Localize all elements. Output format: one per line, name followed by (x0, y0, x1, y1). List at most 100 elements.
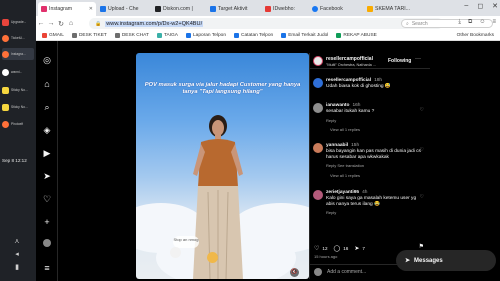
bookmark-rekap-abuse[interactable]: REKAP ABUSE (336, 33, 377, 38)
tab-facebook[interactable]: Facebook (309, 2, 363, 16)
tab-label: Target Aktivit (218, 6, 248, 12)
sticky-notes-icon (2, 86, 9, 94)
username-text[interactable]: ianawanto (326, 103, 349, 108)
bookmark-label: REKAP ABUSE (343, 33, 377, 38)
menu-icon[interactable]: ≡ (492, 19, 496, 26)
mute-icon[interactable]: 🔇 (290, 268, 299, 277)
home-icon[interactable]: ⌂ (66, 20, 76, 27)
comment-input[interactable]: Add a comment... (327, 269, 366, 275)
close-icon[interactable]: ✕ (89, 6, 93, 12)
close-window-icon[interactable]: ✕ (492, 2, 498, 10)
network-icon[interactable]: ⋏ (13, 238, 21, 246)
share-icon[interactable]: ➤ (354, 245, 359, 252)
bookmark-taiga[interactable]: TAIGA (156, 33, 178, 38)
taskbar-item-upgrade[interactable]: Upgrade... (2, 16, 34, 28)
back-icon[interactable]: ← (36, 20, 46, 27)
firefox-icon (2, 34, 9, 42)
author-username[interactable]: resellercampofficial (326, 56, 373, 62)
like-comment-icon[interactable]: ♡ (420, 147, 424, 153)
reload-icon[interactable]: ↻ (56, 20, 66, 28)
view-replies-button[interactable]: View all 1 replies (330, 173, 360, 178)
download-icon[interactable]: ⤓ (458, 19, 461, 26)
bookmark-label: Email Terkait Judol (288, 33, 329, 38)
bookmark-desk-tiket[interactable]: DESK TIKET (71, 33, 107, 38)
username-text[interactable]: zerietjayanti95 (326, 190, 359, 195)
home-icon[interactable]: ⌂ (42, 79, 52, 89)
upload-icon (100, 6, 106, 12)
messenger-icon[interactable]: ➤ (42, 171, 52, 181)
like-comment-icon[interactable]: ♡ (420, 194, 424, 200)
lock-icon[interactable]: 🔒 (95, 21, 101, 27)
maximize-icon[interactable]: ◻ (477, 2, 483, 10)
bookmark-laporan-telpon[interactable]: Laporan Telpon (186, 33, 226, 38)
bookmark-icon[interactable]: ⚑ (419, 243, 424, 250)
bookmark-email-judol[interactable]: Email Terkait Judol (281, 33, 328, 38)
like-icon[interactable]: ♡ (314, 245, 319, 252)
tab-instagram[interactable]: Instagram ✕ (38, 2, 96, 16)
tab-bar: Instagram ✕ Upload - Che Diskon.com | Ta… (36, 0, 500, 16)
tab-skema[interactable]: SKEMA TARI... (364, 2, 420, 16)
battery-icon[interactable]: ▮ (13, 264, 21, 272)
profile-avatar[interactable] (43, 239, 51, 247)
following-button[interactable]: Following (388, 58, 411, 64)
commenter-username[interactable]: zerietjayanti95 4h (326, 190, 367, 195)
folder-icon (114, 33, 120, 38)
commenter-avatar[interactable] (313, 190, 323, 200)
create-icon[interactable]: + (42, 217, 52, 227)
minimize-icon[interactable]: – (464, 2, 468, 10)
search-icon[interactable]: ⌕ (42, 102, 52, 112)
commenter-username[interactable]: ianawanto 16h (326, 103, 360, 108)
bookmark-catatan-telpon[interactable]: Catatan Telpon (234, 33, 273, 38)
bookmark-gmail[interactable]: GMAIL (42, 33, 64, 38)
tab-upload[interactable]: Upload - Che (97, 2, 151, 16)
taskbar-item-instagram[interactable]: Instagra... (2, 48, 34, 60)
post-timestamp: 15 hours ago (314, 254, 338, 259)
more-menu-icon[interactable]: ≡ (42, 263, 52, 273)
taskbar-item-ticket[interactable]: TicketU... (2, 32, 34, 44)
volume-icon[interactable]: ◂ (13, 251, 21, 259)
reply-button[interactable]: Reply (326, 210, 336, 215)
tab-idwebhost[interactable]: IDwebho: (262, 2, 308, 16)
instagram-logo-icon[interactable]: ◎ (42, 55, 52, 65)
reply-button[interactable]: Reply (326, 118, 336, 123)
taskbar-item-sticky-2[interactable]: Sticky No... (2, 101, 34, 113)
taskbar-item-photoelf[interactable]: Photoelf (2, 118, 34, 130)
firefox-icon (2, 120, 9, 128)
account-icon[interactable]: ☺ (479, 19, 485, 26)
explore-icon[interactable]: ◈ (42, 125, 52, 135)
taskbar-item-sticky-1[interactable]: Sticky No... (2, 84, 34, 96)
username-text[interactable]: resellercampofficial (326, 78, 371, 83)
share-count: 7 (362, 245, 365, 251)
view-replies-button[interactable]: View all 1 replies (330, 127, 360, 132)
gmail-icon (42, 33, 47, 38)
extensions-icon[interactable]: ⧉ (468, 19, 472, 26)
tab-diskon[interactable]: Diskon.com | (152, 2, 206, 16)
taskbar-item-wanni[interactable]: wanni... (2, 66, 34, 78)
like-comment-icon[interactable]: ♡ (420, 107, 424, 113)
system-clock[interactable]: Sep 8 12:12 (2, 158, 27, 163)
bookmark-desk-chat[interactable]: DESK CHAT (114, 33, 149, 38)
comment-icon[interactable]: ◯ (334, 245, 341, 252)
url-text[interactable]: www.instagram.com/p/Dx-w2+QK4BU/ (105, 20, 204, 27)
commenter-avatar[interactable] (313, 103, 323, 113)
more-options-icon[interactable]: ··· (415, 56, 421, 62)
username-text[interactable]: yannaabil (326, 143, 348, 148)
reels-icon[interactable]: ▶ (42, 148, 52, 158)
reply-button[interactable]: Reply See translation (326, 163, 364, 168)
forward-icon[interactable]: → (46, 20, 56, 27)
audio-subtitle[interactable]: "Multi" Orchestra, Nathanla ... (326, 63, 376, 67)
commenter-username[interactable]: resellercampofficial 18h (326, 78, 382, 83)
other-bookmarks[interactable]: Other Bookmarks (457, 33, 494, 38)
author-avatar[interactable] (313, 56, 323, 66)
messages-button[interactable]: ➤ Messages (396, 250, 496, 271)
like-count[interactable]: 12 (322, 246, 327, 251)
reel-video[interactable]: POV masuk surga via jalur hadapi Custome… (136, 53, 309, 279)
notifications-icon[interactable]: ♡ (42, 194, 52, 204)
url-field[interactable]: 🔒 www.instagram.com/p/Dx-w2+QK4BU/ ⌕ Sea… (89, 18, 493, 29)
commenter-username[interactable]: yannaabil 15h (326, 143, 359, 148)
emoji-picker-icon[interactable] (314, 268, 322, 276)
commenter-avatar[interactable] (313, 78, 323, 88)
tab-target[interactable]: Target Aktivit (207, 2, 261, 16)
commenter-avatar[interactable] (313, 143, 323, 153)
diskon-icon (155, 6, 161, 12)
